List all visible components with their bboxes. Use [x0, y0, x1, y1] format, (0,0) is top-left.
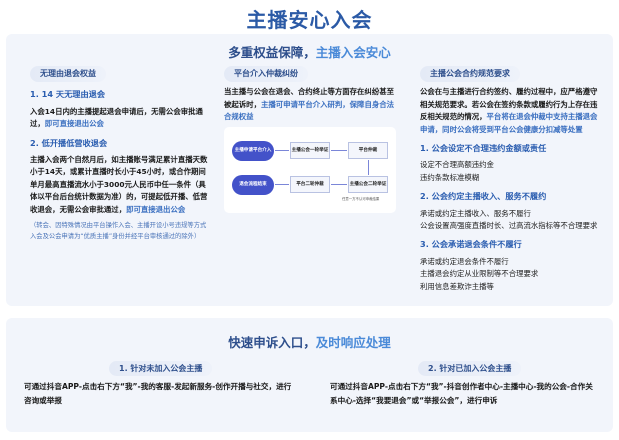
section-subtitle: 2. 低开播低营收退会: [30, 137, 108, 148]
rule-title: 1. 公会设定不合理违约金额或责任: [420, 143, 547, 154]
section-pill: 主播公会合约规范要求: [420, 66, 520, 83]
appeal-heading: 快速申诉入口，及时响应处理: [6, 332, 613, 351]
footnote: （转会、因特殊情况由平台操作入会、主播开设小号违规等方式入会及公会申请为“优质主…: [30, 222, 207, 241]
appeal-text-2: 可通过抖音APP-点击右下方“我”-抖音创作者中心-主播中心-我的公会-合作关系…: [330, 382, 593, 405]
heading-highlight: 及时响应处理: [315, 335, 391, 350]
rule-line: 主播退会约定从业限制等不合理要求: [420, 269, 539, 279]
flow-note: 任意一方不认可申裁结果: [342, 197, 380, 201]
arrow-right-icon: [275, 150, 289, 151]
highlight-text: 即可直接退出公会: [126, 204, 186, 214]
rule-line: 公会设置高强度直播时长、过高流水指标等不合理要求: [420, 221, 598, 231]
section-pill: 2. 针对已加入公会主播: [418, 361, 522, 376]
benefits-heading: 多重权益保障，主播入会安心: [6, 42, 613, 61]
arrow-left-icon: [275, 184, 289, 185]
arrow-right-icon: [331, 150, 347, 151]
section-pill: 平台介入仲裁纠纷: [224, 66, 308, 83]
rule-title: 2. 公会约定主播收入、服务不履约: [420, 191, 547, 202]
arrow-down-icon: [368, 160, 369, 175]
appeal-pill-2: 2. 针对已加入公会主播: [418, 356, 522, 376]
heading-part: 多重权益保障，: [228, 45, 316, 60]
appeal-text-1: 可通过抖音APP-点击右下方“我”-我的客服-发起新服务-创作开播与社交，进行咨…: [24, 382, 292, 405]
heading-part: 快速申诉入口，: [228, 335, 316, 350]
arbitration-flowchart: 主播申请平台介入 主播公会一轮举证 平台仲裁 主播公会二轮举证 平台二轮仲裁 退…: [224, 127, 396, 213]
flow-node-apply: 主播申请平台介入: [232, 141, 274, 161]
appeal-card: 快速申诉入口，及时响应处理 1. 针对未加入公会主播 2. 针对已加入公会主播 …: [6, 318, 613, 432]
rule-line: 承诺或约定退会条件不履行: [420, 256, 509, 266]
flow-node-evidence-2: 主播公会二轮举证: [348, 176, 388, 193]
rule-line: 承诺或约定主播收入、服务不履行: [420, 208, 531, 218]
appeal-pill-1: 1. 针对未加入公会主播: [109, 356, 213, 376]
flow-node-evidence-1: 主播公会一轮举证: [290, 142, 330, 159]
rule-line: 违约条款标准模糊: [420, 172, 480, 182]
flow-node-end: 退会流程结束: [232, 175, 274, 195]
heading-highlight: 主播入会安心: [315, 45, 391, 60]
middle-column: 平台介入仲裁纠纷 当主播与公会在退会、合约终止等方面存在纠纷甚至被起诉时，主播可…: [224, 66, 396, 124]
highlight-text: 即可直接退出公会: [44, 119, 104, 129]
rule-line: 设定不合理高额违约金: [420, 160, 494, 170]
page-title: 主播安心入会: [246, 8, 373, 32]
left-column: 无理由退会权益 1. 14 天无理由退会 入会14日内的主播提起退会申请后，无需…: [30, 66, 208, 242]
flow-node-arbitration-2: 平台二轮仲裁: [290, 176, 330, 193]
section-subtitle: 1. 14 天无理由退会: [30, 89, 106, 100]
right-column: 主播公会合约规范要求 公会在与主播进行合约签约、履约过程中，应严格遵守相关规范要…: [420, 66, 602, 293]
benefits-card: 多重权益保障，主播入会安心 无理由退会权益 1. 14 天无理由退会 入会14日…: [6, 34, 613, 306]
section-pill: 1. 针对未加入公会主播: [109, 361, 213, 376]
rule-line: 利用信息差欺诈主播等: [420, 281, 494, 291]
section-pill: 无理由退会权益: [30, 66, 106, 83]
flow-node-arbitration: 平台仲裁: [348, 142, 388, 159]
arrow-left-icon: [331, 184, 347, 185]
rule-title: 3. 公会承诺退会条件不履行: [420, 239, 522, 250]
